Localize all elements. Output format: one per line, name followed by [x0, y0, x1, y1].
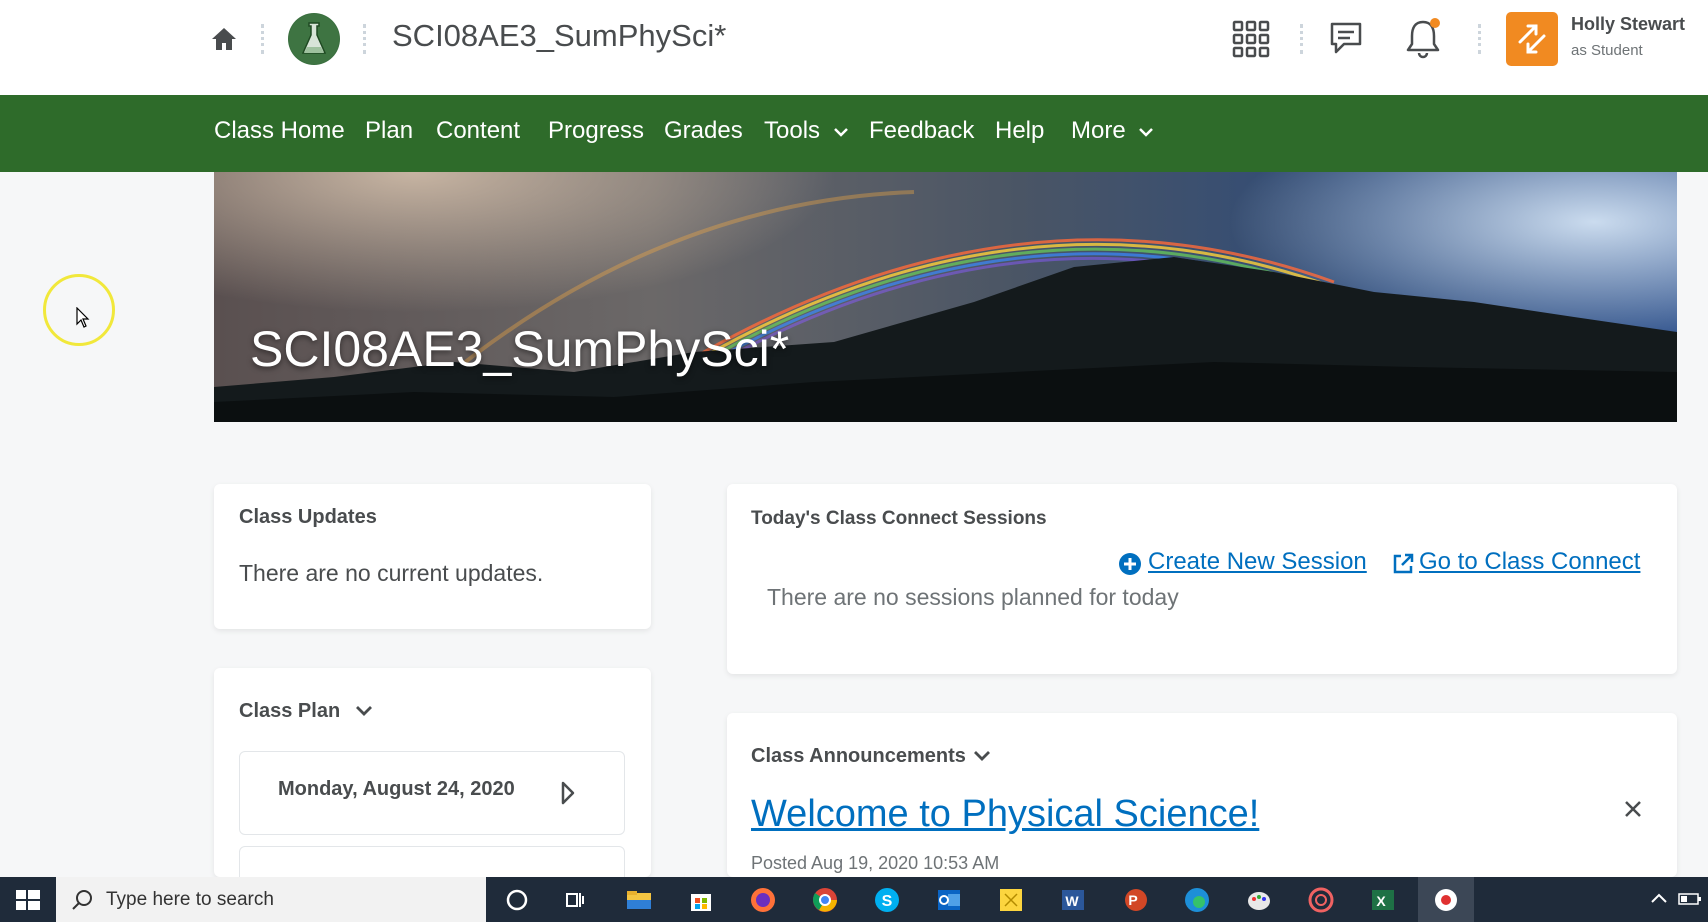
outlook-icon[interactable]	[934, 885, 964, 915]
class-plan-card: Class Plan Monday, August 24, 2020	[214, 668, 651, 877]
create-new-session-link[interactable]: Create New Session	[1148, 548, 1367, 576]
home-icon[interactable]	[209, 24, 239, 54]
store-icon[interactable]	[686, 885, 716, 915]
svg-text:S: S	[882, 893, 893, 910]
course-navbar: Class Home Plan Content Progress Grades …	[0, 95, 1708, 172]
chevron-down-icon	[1139, 127, 1154, 137]
svg-text:X: X	[1376, 893, 1386, 909]
task-view-icon[interactable]	[561, 885, 591, 915]
nav-tools-label: Tools	[764, 117, 821, 144]
taskbar-search-placeholder: Type here to search	[106, 889, 274, 910]
announcement-posted-date: Posted Aug 19, 2020 10:53 AM	[751, 853, 1000, 873]
paint-icon[interactable]	[1244, 885, 1274, 915]
nav-plan[interactable]: Plan	[365, 117, 413, 145]
notification-bell-icon[interactable]	[1402, 16, 1444, 60]
record-icon	[1435, 889, 1457, 911]
nav-grades[interactable]: Grades	[664, 117, 743, 145]
nav-class-home[interactable]: Class Home	[214, 117, 345, 145]
play-arrow-icon[interactable]	[560, 780, 576, 806]
announcement-title-link[interactable]: Welcome to Physical Science!	[751, 793, 1259, 836]
close-icon[interactable]	[1623, 799, 1643, 819]
class-updates-message: There are no current updates.	[239, 560, 544, 586]
class-updates-heading: Class Updates	[239, 506, 377, 528]
top-header: SCI08AE3_SumPhySci* Holly Stewart as Stu…	[0, 0, 1708, 95]
sessions-message: There are no sessions planned for today	[767, 584, 1179, 610]
word-icon[interactable]: W	[1058, 885, 1088, 915]
divider	[363, 24, 366, 54]
announcements-heading: Class Announcements	[751, 745, 966, 767]
windows-start-icon[interactable]	[0, 877, 56, 922]
search-icon	[72, 890, 92, 910]
windows-taskbar: Type here to search S W P X	[0, 877, 1708, 922]
nav-feedback[interactable]: Feedback	[869, 117, 974, 145]
class-connect-sessions-card: Today's Class Connect Sessions Create Ne…	[727, 484, 1677, 674]
svg-text:W: W	[1065, 893, 1079, 909]
edge-icon[interactable]	[1182, 885, 1212, 915]
taskbar-active-app[interactable]	[1418, 877, 1474, 922]
user-name[interactable]: Holly Stewart	[1571, 14, 1685, 35]
user-role: as Student	[1571, 42, 1643, 59]
class-plan-heading: Class Plan	[239, 700, 341, 722]
course-title[interactable]: SCI08AE3_SumPhySci*	[392, 18, 726, 54]
external-link-icon[interactable]	[1391, 552, 1415, 576]
firefox-icon[interactable]	[748, 885, 778, 915]
taskbar-search-box[interactable]: Type here to search	[56, 877, 486, 922]
divider	[1300, 24, 1303, 54]
flask-icon	[289, 14, 339, 64]
user-avatar[interactable]	[1506, 12, 1558, 66]
nav-help[interactable]: Help	[995, 117, 1044, 145]
plan-day-box[interactable]: Monday, August 24, 2020	[239, 751, 625, 835]
go-to-class-connect-link[interactable]: Go to Class Connect	[1419, 548, 1640, 576]
plan-date: Monday, August 24, 2020	[278, 778, 515, 800]
nav-progress[interactable]: Progress	[548, 117, 644, 145]
nav-content[interactable]: Content	[436, 117, 520, 145]
chevron-down-icon	[833, 127, 848, 137]
nav-more-label: More	[1071, 117, 1126, 144]
powerpoint-icon[interactable]: P	[1120, 885, 1150, 915]
divider	[1478, 24, 1481, 54]
class-updates-card: Class Updates There are no current updat…	[214, 484, 651, 629]
mouse-cursor-icon	[76, 307, 90, 328]
sticky-notes-icon[interactable]	[996, 885, 1026, 915]
chevron-down-icon[interactable]	[972, 749, 992, 763]
file-explorer-icon[interactable]	[624, 885, 654, 915]
class-announcements-card: Class Announcements Welcome to Physical …	[727, 713, 1677, 877]
nav-more[interactable]: More	[1071, 117, 1154, 145]
course-selector-grid-icon[interactable]	[1232, 20, 1270, 58]
banner-title: SCI08AE3_SumPhySci*	[250, 321, 790, 377]
cortana-icon[interactable]	[502, 885, 532, 915]
plan-next-box[interactable]	[239, 846, 625, 877]
chevron-down-icon[interactable]	[354, 704, 374, 718]
svg-text:P: P	[1128, 892, 1137, 908]
app-icon[interactable]	[1306, 885, 1336, 915]
chrome-icon[interactable]	[810, 885, 840, 915]
divider	[261, 24, 264, 54]
course-banner-image: SCI08AE3_SumPhySci*	[214, 172, 1677, 422]
rainbow-landscape-image	[214, 190, 1677, 422]
course-logo[interactable]	[288, 13, 340, 65]
sessions-heading: Today's Class Connect Sessions	[751, 508, 1047, 529]
nav-tools[interactable]: Tools	[764, 117, 849, 145]
skype-icon[interactable]: S	[872, 885, 902, 915]
excel-icon[interactable]: X	[1368, 885, 1398, 915]
chevron-up-icon[interactable]	[1650, 891, 1668, 905]
battery-icon[interactable]	[1678, 891, 1702, 907]
messages-icon[interactable]	[1326, 18, 1368, 60]
plus-circle-icon[interactable]	[1118, 552, 1142, 576]
impersonation-icon	[1518, 24, 1546, 54]
